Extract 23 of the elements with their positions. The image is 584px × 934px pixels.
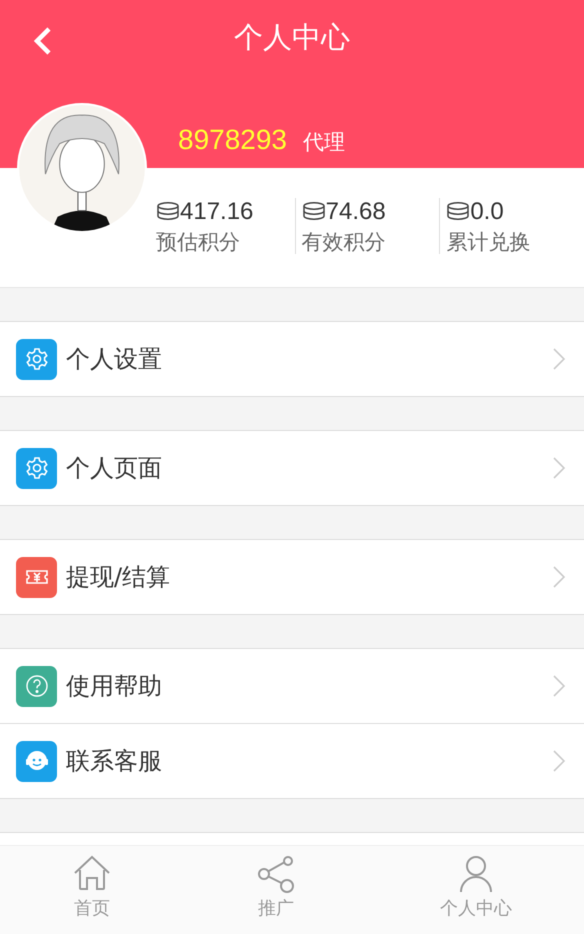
stat-value: 74.68 (326, 198, 386, 226)
chevron-icon (552, 347, 566, 371)
coins-icon (156, 202, 180, 222)
chevron-icon (552, 749, 566, 773)
coins-icon (302, 202, 326, 222)
menu-item[interactable]: 提现/结算 (0, 540, 584, 614)
page-title: 个人中心 (233, 19, 351, 56)
menu-item[interactable]: 个人设置 (0, 322, 584, 396)
stat-label: 有效积分 (302, 229, 387, 256)
coins-icon (446, 202, 470, 222)
menu-item[interactable]: 使用帮助 (0, 649, 584, 723)
stat-value: 0.0 (470, 198, 504, 226)
menu-item[interactable]: 个人页面 (0, 431, 584, 505)
chevron-icon (552, 565, 566, 589)
chevron-icon (552, 456, 566, 480)
chevron-icon (552, 674, 566, 698)
menu-item[interactable]: 联系客服 (0, 723, 584, 798)
user-id: 8978293 (178, 124, 288, 156)
stat-value: 417.16 (180, 198, 254, 226)
user-role: 代理 (303, 129, 346, 156)
share-icon (256, 854, 296, 894)
stat-label: 预估积分 (156, 229, 241, 256)
stat-label: 累计兑换 (446, 229, 532, 256)
